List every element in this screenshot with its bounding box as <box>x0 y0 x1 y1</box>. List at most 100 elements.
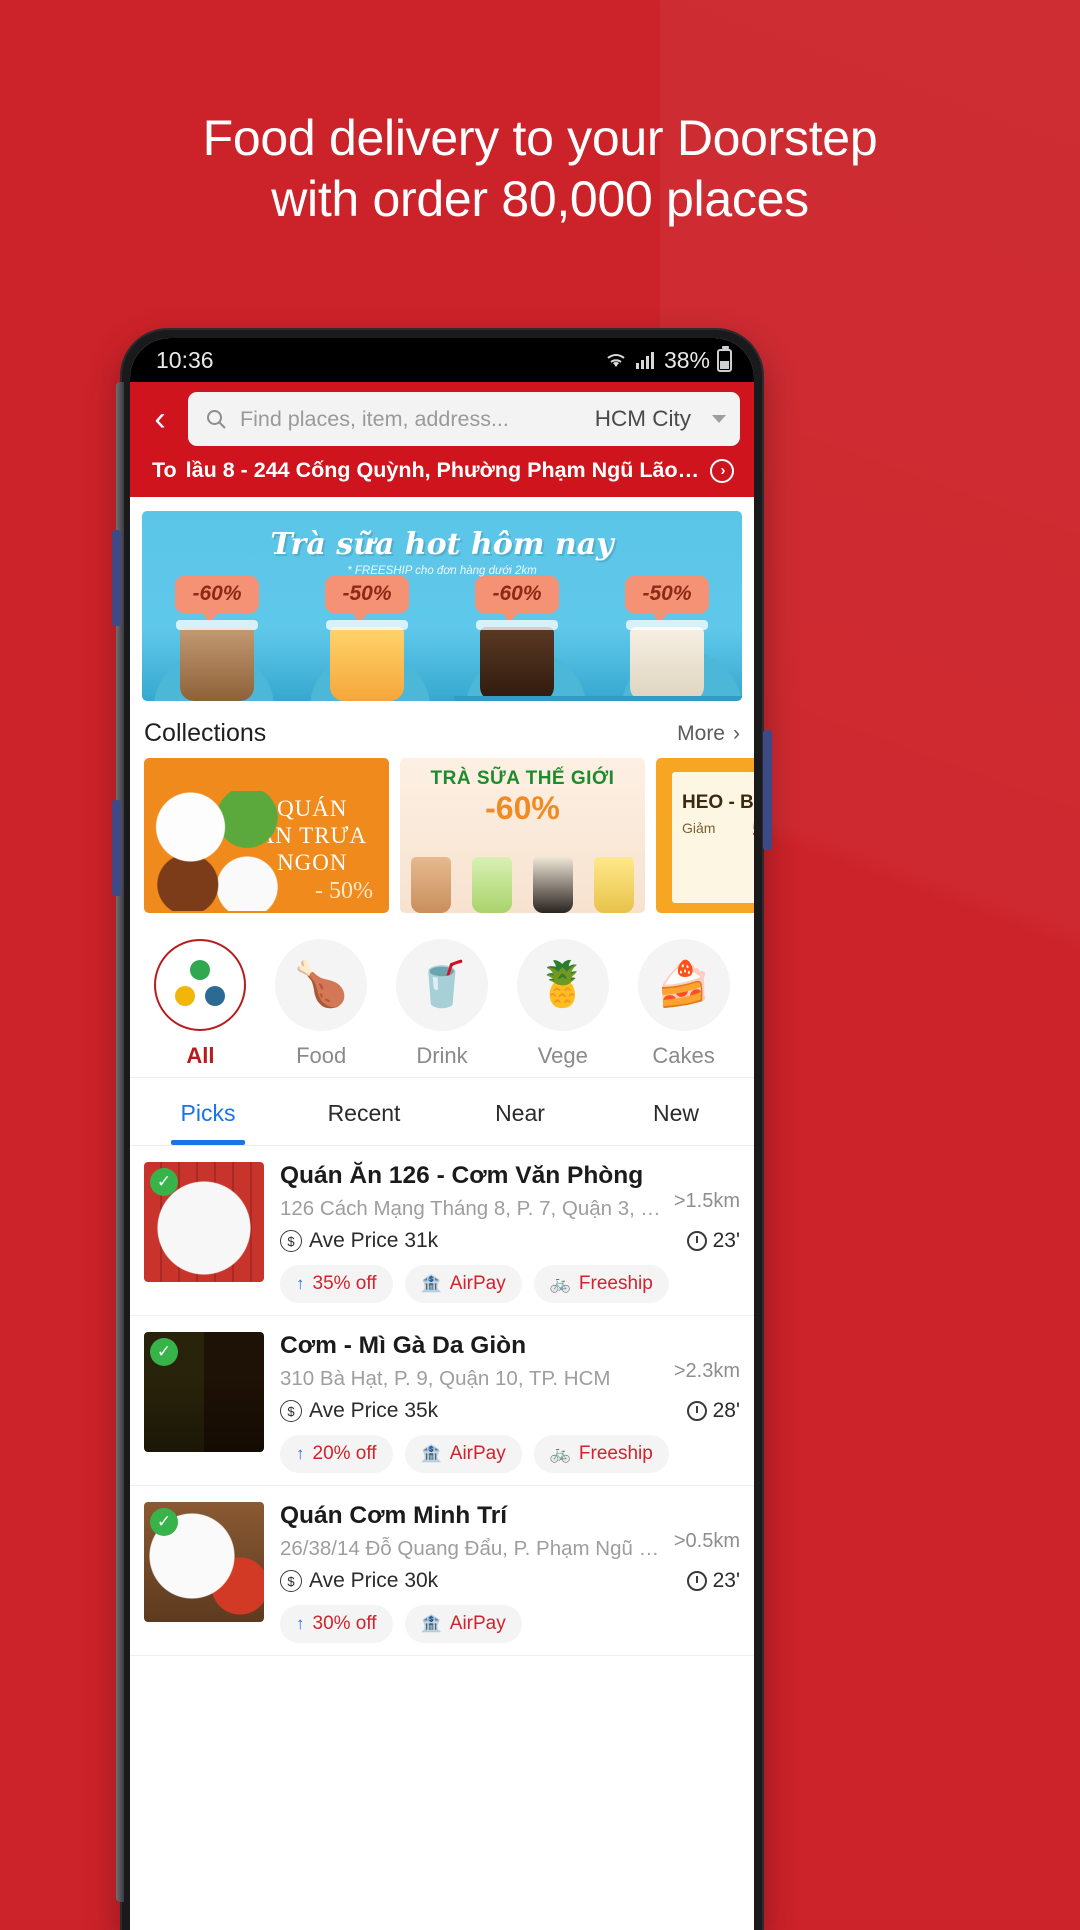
cellular-signal-icon <box>635 352 654 369</box>
tag-freeship[interactable]: 🚲 Freeship <box>533 1265 669 1303</box>
promo-banner[interactable]: Trà sữa hot hôm nay * FREESHIP cho đơn h… <box>142 511 742 701</box>
delivery-address: lầu 8 - 244 Cống Quỳnh, Phường Phạm Ngũ … <box>185 458 701 482</box>
chevron-down-icon[interactable] <box>712 415 726 423</box>
list-item[interactable]: ✓ Quán Ăn 126 - Cơm Văn Phòng 126 Cách M… <box>130 1146 754 1316</box>
address-distance-row: 310 Bà Hạt, P. 9, Quận 10, TP. HCM >2.3k… <box>280 1360 740 1391</box>
category-item-drink[interactable]: 🥤 Drink <box>387 939 497 1069</box>
meat-dish-icon: 🍗 <box>293 960 349 1009</box>
category-icon-wrap: 🍗 <box>275 939 368 1031</box>
coin-icon: $ <box>280 1570 302 1592</box>
category-item-cakes[interactable]: 🍰 Cakes <box>629 939 739 1069</box>
category-item-food[interactable]: 🍗 Food <box>266 939 376 1069</box>
tab-near[interactable]: Near <box>442 1078 598 1145</box>
category-label: Cakes <box>652 1043 715 1068</box>
food-photo <box>150 791 285 911</box>
volume-up-button[interactable] <box>112 530 121 626</box>
collections-carousel[interactable]: QUÁN AN TRƯA NGON - 50% TRÀ SỮA THẾ GIỚI -… <box>130 758 754 913</box>
phone-mockup: 10:36 38% ‹ Find places, item, address..… <box>112 330 772 1930</box>
drink-cup-icon <box>626 620 708 701</box>
tag-airpay[interactable]: 🏦 AirPay <box>404 1435 522 1473</box>
restaurant-name: Quán Cơm Minh Trí <box>280 1502 508 1529</box>
restaurant-address: 310 Bà Hạt, P. 9, Quận 10, TP. HCM <box>280 1367 611 1390</box>
status-icons: 38% <box>604 345 732 374</box>
restaurant-list: ✓ Quán Ăn 126 - Cơm Văn Phòng 126 Cách M… <box>130 1146 754 1656</box>
pineapple-icon: 🍍 <box>535 960 591 1009</box>
tag-discount[interactable]: ↑ 20% off <box>280 1435 393 1473</box>
collection-card[interactable]: HEO - BÒ - GÀ Giảm 50% <box>656 758 754 913</box>
average-price: $ Ave Price 31k <box>280 1229 438 1253</box>
discount-badge: -50% <box>625 576 709 622</box>
discount-badge: -60% <box>475 576 559 622</box>
list-item[interactable]: ✓ Cơm - Mì Gà Da Giòn 310 Bà Hạt, P. 9, … <box>130 1316 754 1486</box>
city-selector-label[interactable]: HCM City <box>595 406 691 432</box>
restaurant-name: Cơm - Mì Gà Da Giòn <box>280 1332 527 1359</box>
collection-card[interactable]: QUÁN AN TRƯA NGON - 50% <box>144 758 389 913</box>
tab-picks[interactable]: Picks <box>130 1078 286 1145</box>
drink-cup-icon <box>176 620 258 701</box>
collections-more-button[interactable]: More › <box>677 722 740 746</box>
restaurant-thumbnail: ✓ <box>144 1332 264 1452</box>
delivery-address-row[interactable]: To lầu 8 - 244 Cống Quỳnh, Phường Phạm N… <box>140 446 740 485</box>
category-item-vege[interactable]: 🍍 Vege <box>508 939 618 1069</box>
tag-airpay[interactable]: 🏦 AirPay <box>404 1265 522 1303</box>
average-price: $ Ave Price 35k <box>280 1399 438 1423</box>
tag-label: AirPay <box>449 1443 506 1464</box>
airpay-icon: 🏦 <box>420 1274 442 1293</box>
tag-label: AirPay <box>449 1613 506 1634</box>
app-bar: ‹ Find places, item, address... HCM City… <box>130 382 754 497</box>
collections-title: Collections <box>144 719 267 747</box>
drink-cup-icon: 🥤 <box>414 960 470 1009</box>
restaurant-tags: ↑ 20% off 🏦 AirPay 🚲 Freeship <box>280 1435 740 1473</box>
category-icon-wrap: 🥤 <box>395 939 488 1031</box>
delivery-eta: 28' <box>686 1399 740 1423</box>
average-price-label: Ave Price 31k <box>309 1229 439 1252</box>
chevron-left-icon[interactable]: ‹ <box>140 402 180 436</box>
tag-discount[interactable]: ↑ 30% off <box>280 1605 393 1643</box>
power-button[interactable] <box>763 730 772 850</box>
stopwatch-icon <box>686 1571 707 1591</box>
battery-percent: 38% <box>663 346 710 373</box>
drink-cup-icon <box>476 620 558 701</box>
collection-card-discount: -60% <box>485 790 560 826</box>
volume-down-button[interactable] <box>112 800 121 896</box>
list-item[interactable]: ✓ Quán Cơm Minh Trí 26/38/14 Đỗ Quang Đẩ… <box>130 1486 754 1656</box>
arrow-up-icon: ↑ <box>296 1444 305 1463</box>
category-item-all[interactable]: All <box>145 939 255 1069</box>
stopwatch-icon <box>686 1401 707 1421</box>
discount-badge: -50% <box>325 576 409 622</box>
tag-label: Freeship <box>578 1273 653 1294</box>
average-price-label: Ave Price 35k <box>309 1399 439 1422</box>
delivery-eta: 23' <box>686 1229 740 1253</box>
category-label: Vege <box>537 1043 588 1068</box>
drink-cup-icon <box>326 620 408 701</box>
tab-recent[interactable]: Recent <box>286 1078 442 1145</box>
chevron-right-circle-icon[interactable]: › <box>710 458 734 483</box>
search-input[interactable]: Find places, item, address... HCM City <box>188 392 740 446</box>
tag-freeship[interactable]: 🚲 Freeship <box>533 1435 669 1473</box>
tab-new[interactable]: New <box>598 1078 754 1145</box>
restaurant-distance: >1.5km <box>673 1190 740 1212</box>
delivery-eta-label: 28' <box>712 1399 740 1422</box>
banner-drink-item: -60% <box>161 576 273 701</box>
bicycle-icon: 🚲 <box>549 1274 571 1293</box>
collection-drinks <box>400 847 645 913</box>
restaurant-info: Quán Cơm Minh Trí 26/38/14 Đỗ Quang Đẩu,… <box>280 1502 740 1643</box>
search-placeholder: Find places, item, address... <box>240 406 509 431</box>
collections-header: Collections More › <box>130 701 754 758</box>
discount-badge: -60% <box>175 576 259 622</box>
verified-check-icon: ✓ <box>150 1168 178 1196</box>
tag-label: Freeship <box>578 1443 653 1464</box>
hero-line-2: with order 80,000 places <box>271 171 809 227</box>
average-price-label: Ave Price 30k <box>309 1569 439 1592</box>
tag-airpay[interactable]: 🏦 AirPay <box>404 1605 522 1643</box>
tag-discount[interactable]: ↑ 35% off <box>280 1265 393 1303</box>
promo-banner-wrapper: Trà sữa hot hôm nay * FREESHIP cho đơn h… <box>130 497 754 701</box>
address-distance-row: 126 Cách Mạng Tháng 8, P. 7, Quận 3, TP.… <box>280 1190 740 1221</box>
collection-card[interactable]: TRÀ SỮA THẾ GIỚI -60% <box>400 758 645 913</box>
wifi-icon <box>607 354 625 367</box>
banner-drink-item: -50% <box>611 576 723 701</box>
tag-label: 30% off <box>312 1613 377 1634</box>
banner-progress-indicator <box>454 696 742 701</box>
hero-line-1: Food delivery to your Doorstep <box>202 110 878 166</box>
restaurant-address: 26/38/14 Đỗ Quang Đẩu, P. Phạm Ngũ Lão, … <box>280 1537 664 1560</box>
